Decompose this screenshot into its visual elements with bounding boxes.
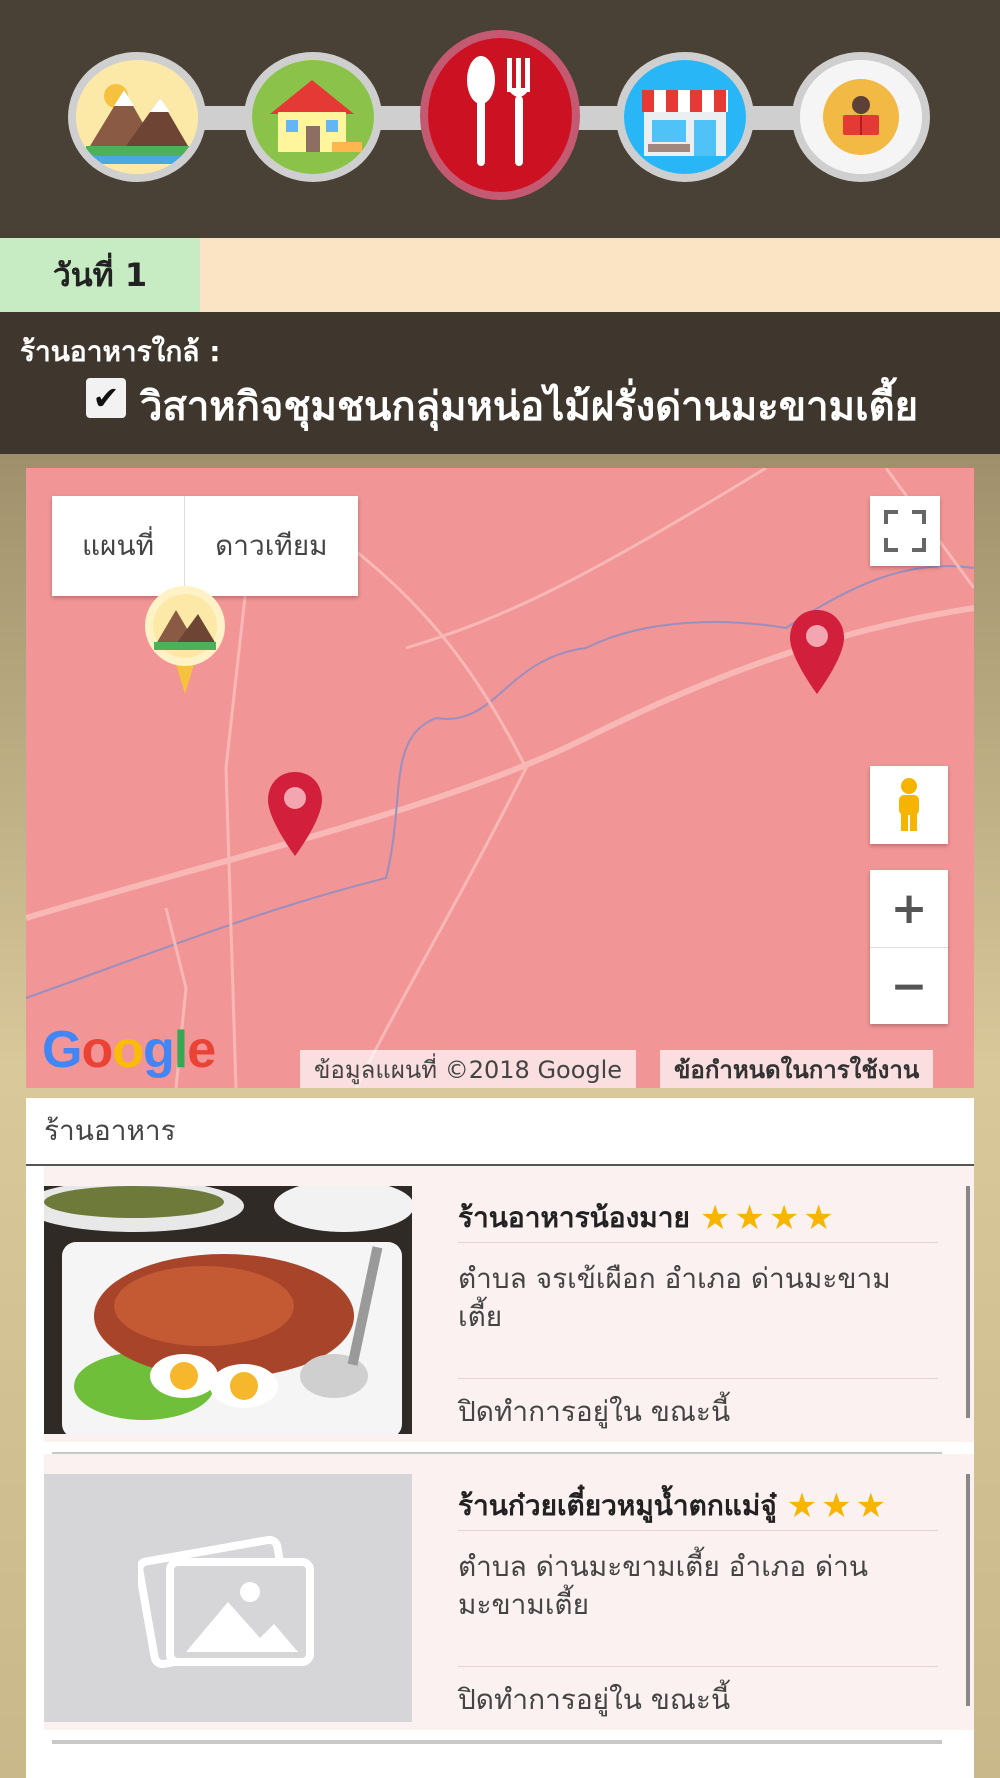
restaurant-address: ตำบล จรเข้เผือก อำเภอ ด่านมะขามเตี้ย	[458, 1262, 891, 1333]
day-tab-bar: วันที่ 1	[0, 238, 1000, 312]
restaurant-photo	[44, 1186, 412, 1434]
divider	[458, 1530, 938, 1531]
mountain-marker-icon	[145, 586, 225, 694]
zoom-in-button[interactable]: +	[870, 870, 948, 947]
restaurant-list: ร้านอาหารน้องมาย ★★★★ ตำบล จรเข้เผือก อำ…	[26, 1166, 974, 1778]
map-type-map-button[interactable]: แผนที่	[52, 496, 184, 596]
divider	[458, 1242, 938, 1243]
restaurant-name: ร้านอาหารน้องมาย ★★★★	[458, 1196, 838, 1240]
image-placeholder-icon	[44, 1474, 412, 1722]
restaurant-list-header: ร้านอาหาร	[26, 1098, 974, 1166]
restaurant-name: ร้านก๋วยเตี๋ยวหมูน้ำตกแม่จู๋ ★★★	[458, 1484, 890, 1528]
attraction-marker[interactable]	[140, 586, 230, 700]
map-attribution: ข้อมูลแผนที่ ©2018 Google	[300, 1050, 637, 1088]
restaurant-name-text: ร้านก๋วยเตี๋ยวหมูน้ำตกแม่จู๋	[458, 1489, 777, 1522]
restaurant-status: ปิดทำการอยู่ใน ขณะนี้	[458, 1395, 731, 1428]
zoom-control: + −	[870, 870, 948, 1024]
restaurant-address: ตำบล ด่านมะขามเตี้ย อำเภอ ด่านมะขามเตี้ย	[458, 1550, 868, 1621]
map-terms-link[interactable]: ข้อกำหนดในการใช้งาน	[660, 1050, 934, 1088]
mountain-icon	[76, 60, 198, 174]
divider	[458, 1378, 938, 1379]
fullscreen-icon	[884, 510, 926, 552]
map-type-satellite-button[interactable]: ดาวเทียม	[184, 496, 358, 596]
card-scrollbar[interactable]	[966, 1186, 970, 1418]
category-attractions-button[interactable]	[68, 52, 206, 182]
category-guide-button[interactable]	[792, 52, 930, 182]
spoon-fork-icon	[428, 38, 572, 192]
zoom-out-button[interactable]: −	[870, 947, 948, 1024]
nearby-title: ร้านอาหารใกล้ :	[20, 335, 221, 368]
reading-person-icon	[800, 60, 922, 174]
map-view[interactable]: แผนที่ ดาวเทียม + − Google ข้อมูลแผนที่ …	[26, 468, 974, 1088]
nearby-checkbox[interactable]: ✔	[86, 378, 126, 418]
category-header	[0, 0, 1000, 238]
category-shops-button[interactable]	[616, 52, 754, 182]
list-item[interactable]: ร้านก๋วยเตี๋ยวหมูน้ำตกแม่จู๋ ★★★ ตำบล ด่…	[44, 1454, 974, 1730]
house-icon	[252, 60, 374, 174]
category-accommodation-button[interactable]	[244, 52, 382, 182]
nearby-filter: ร้านอาหารใกล้ : ✔ วิสาหกิจชุมชนกลุ่มหน่อ…	[0, 312, 1000, 454]
restaurant-marker-1[interactable]	[266, 770, 324, 862]
storefront-icon	[624, 60, 746, 174]
google-logo: Google	[42, 1021, 216, 1079]
pegman-icon	[899, 778, 919, 831]
restaurant-status: ปิดทำการอยู่ใน ขณะนี้	[458, 1683, 731, 1716]
fullscreen-button[interactable]	[870, 496, 940, 566]
nearby-checkbox-label: วิสาหกิจชุมชนกลุ่มหน่อไม้ฝรั่งด่านมะขามเ…	[140, 384, 919, 430]
map-pin-icon	[790, 610, 844, 694]
map-type-control: แผนที่ ดาวเทียม	[52, 496, 358, 596]
divider	[458, 1666, 938, 1667]
map-pin-icon	[268, 772, 322, 856]
star-rating-icon: ★★★	[786, 1486, 891, 1526]
tab-day-1[interactable]: วันที่ 1	[0, 238, 200, 312]
category-restaurants-button[interactable]	[420, 30, 580, 200]
card-scrollbar[interactable]	[966, 1474, 970, 1706]
street-view-button[interactable]	[870, 766, 948, 844]
list-item[interactable]: ร้านอาหารน้องมาย ★★★★ ตำบล จรเข้เผือก อำ…	[44, 1166, 974, 1442]
restaurant-marker-2[interactable]	[788, 608, 846, 700]
restaurant-name-text: ร้านอาหารน้องมาย	[458, 1201, 690, 1234]
star-rating-icon: ★★★★	[699, 1198, 838, 1238]
list-divider	[52, 1740, 942, 1744]
